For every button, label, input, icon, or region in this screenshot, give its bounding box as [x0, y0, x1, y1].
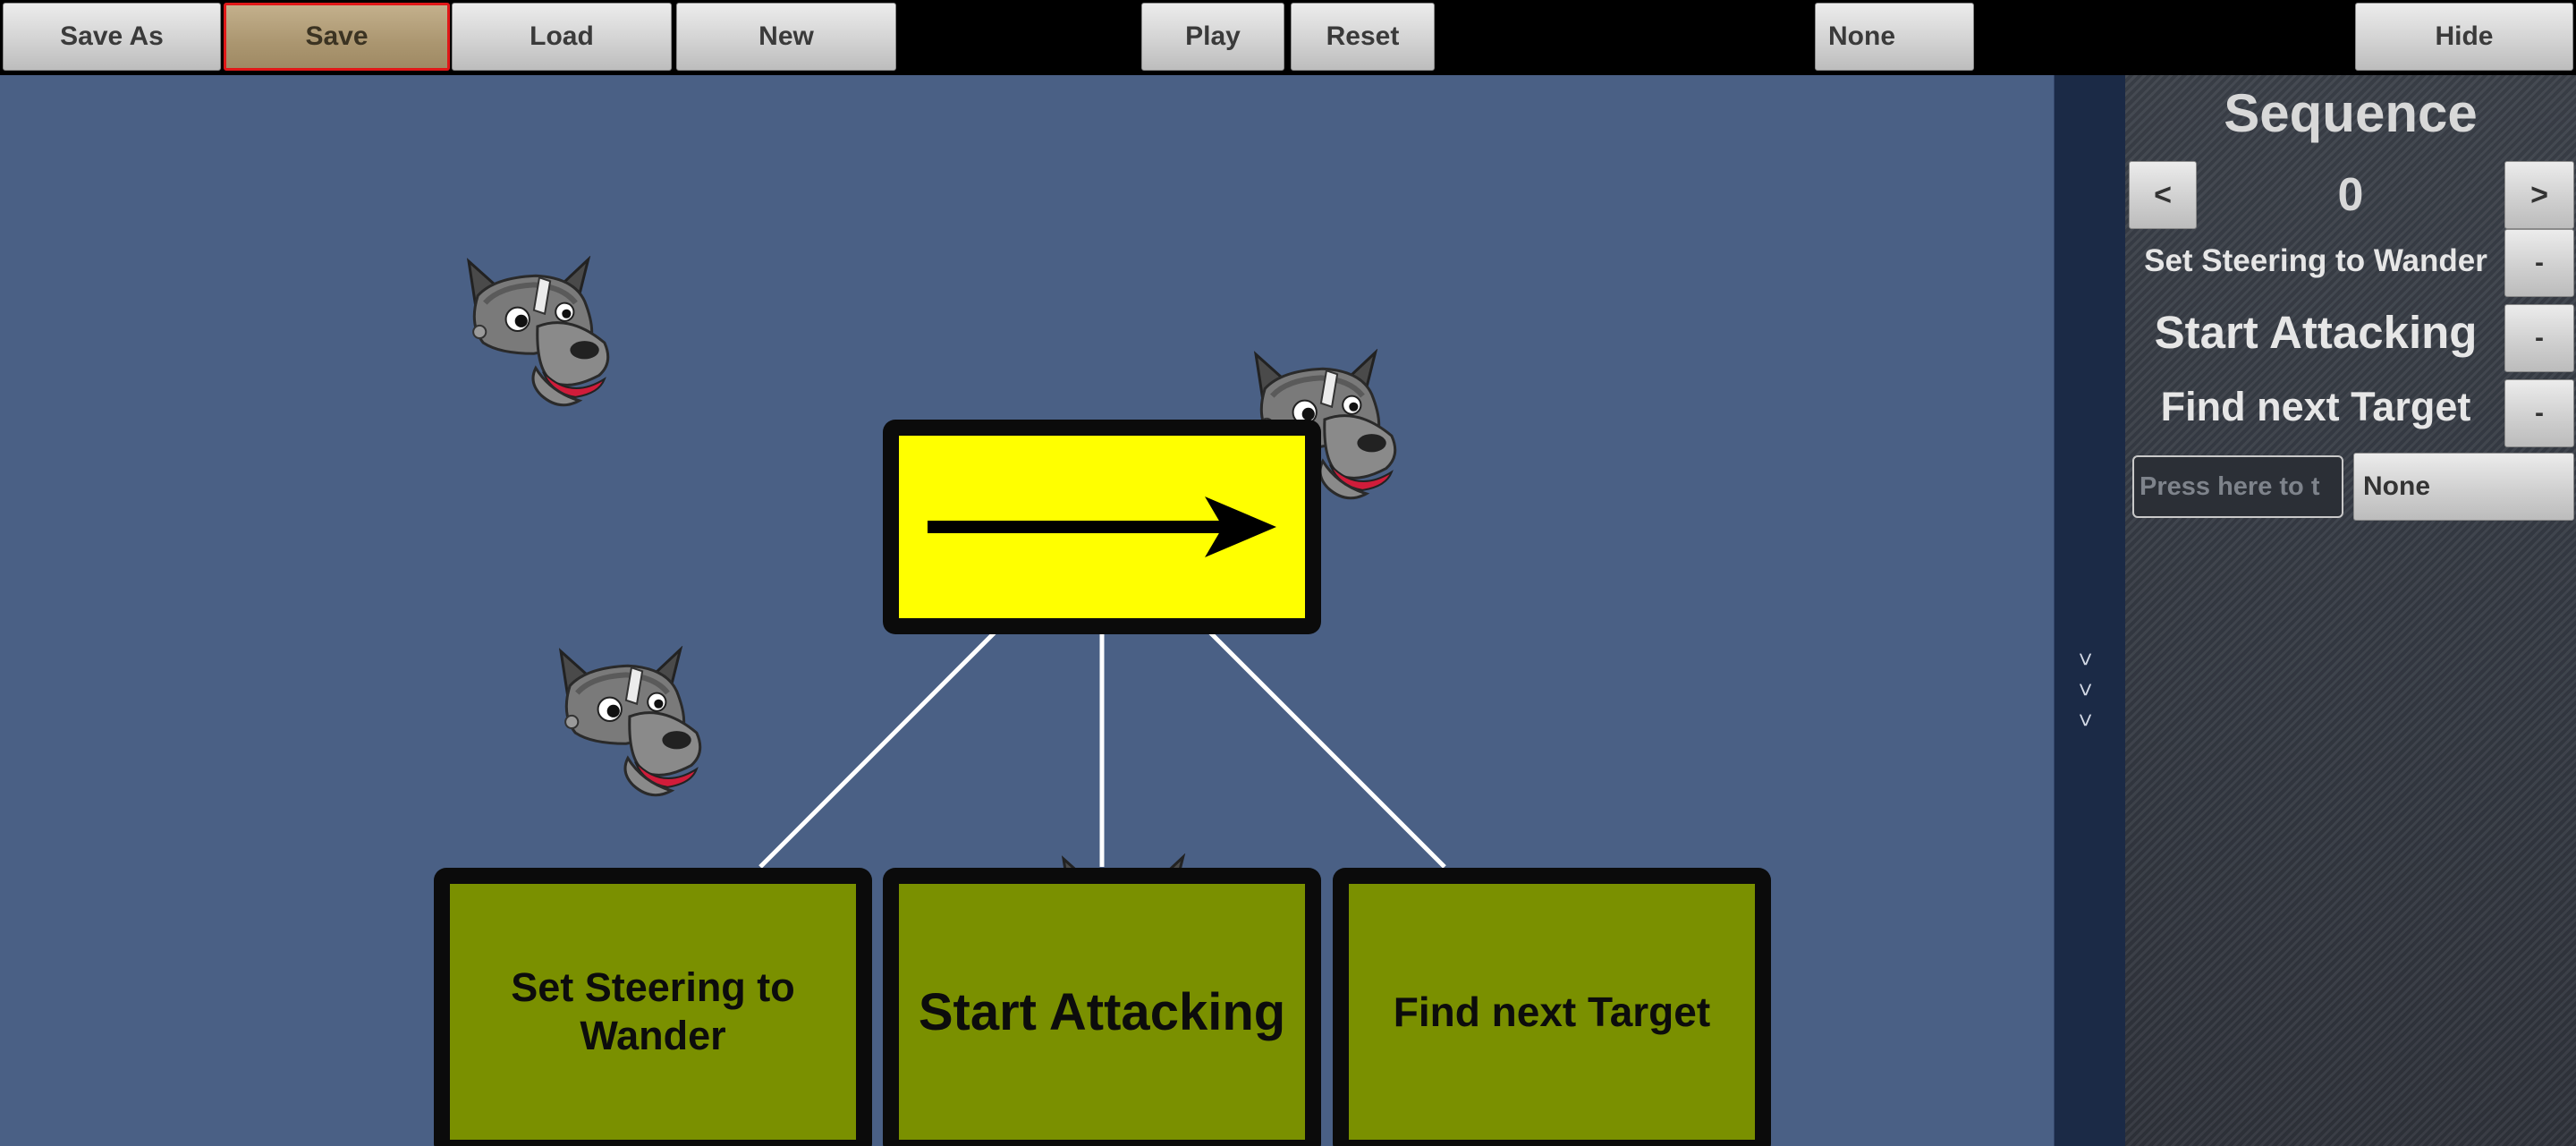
collapse-arrows-icon: > > > [2072, 652, 2099, 727]
panel-title: Sequence [2224, 83, 2478, 143]
remove-item-button[interactable]: - [2504, 229, 2574, 297]
save-button[interactable]: Save [224, 3, 450, 71]
right-arrow-icon [928, 497, 1276, 557]
selector-dropdown[interactable]: None [1815, 3, 1974, 71]
sequence-root-node[interactable] [883, 420, 1321, 634]
action-node-label: Set Steering to Wander [450, 884, 856, 1140]
connector-line [758, 628, 999, 869]
remove-item-button[interactable]: - [2504, 304, 2574, 372]
action-node[interactable]: Set Steering to Wander [434, 868, 872, 1146]
behavior-tree-canvas[interactable]: Set Steering to Wander Start Attacking F… [0, 75, 2054, 1146]
hide-button[interactable]: Hide [2355, 3, 2573, 71]
action-node[interactable]: Find next Target [1333, 868, 1771, 1146]
play-button[interactable]: Play [1141, 3, 1284, 71]
load-button[interactable]: Load [452, 3, 672, 71]
panel-collapse-strip[interactable]: > > > [2054, 75, 2126, 1146]
action-node-label: Start Attacking [899, 884, 1305, 1140]
new-item-input[interactable] [2132, 455, 2343, 518]
reset-button[interactable]: Reset [1291, 3, 1435, 71]
sequence-item-label: Find next Target [2160, 384, 2471, 429]
sequence-item-label: Start Attacking [2154, 307, 2478, 358]
remove-item-button[interactable]: - [2504, 379, 2574, 447]
sequence-index: 0 [2337, 169, 2364, 221]
wolf-agent [461, 256, 620, 410]
node-type-dropdown[interactable]: None [2353, 453, 2574, 521]
node-inspector-panel: Sequence < 0 > Set Steering to Wander - … [2125, 75, 2576, 1146]
top-toolbar: Save As Save Load New Play Reset None Hi… [0, 0, 2576, 75]
new-button[interactable]: New [676, 3, 896, 71]
previous-button[interactable]: < [2129, 161, 2197, 229]
action-node-label: Find next Target [1349, 884, 1755, 1140]
sequence-item-label: Set Steering to Wander [2144, 243, 2487, 278]
next-button[interactable]: > [2504, 161, 2574, 229]
action-node[interactable]: Start Attacking [883, 868, 1321, 1146]
connector-line [1206, 628, 1446, 869]
wolf-agent [553, 646, 712, 800]
save-as-button[interactable]: Save As [3, 3, 221, 71]
